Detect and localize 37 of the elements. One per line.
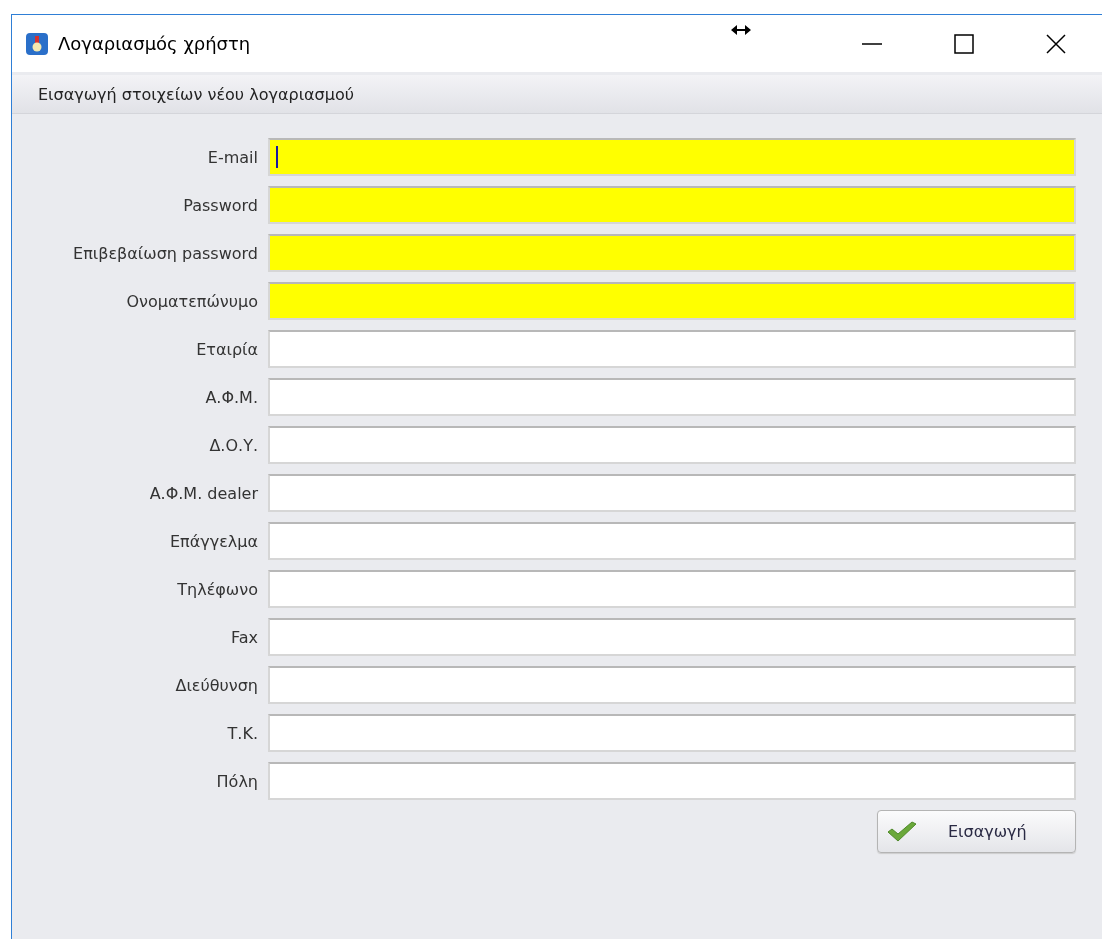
input-field[interactable] [268,714,1076,752]
submit-button[interactable]: Εισαγωγή [877,810,1076,853]
field-label: Πόλη [215,771,258,791]
input-field[interactable] [268,138,1076,176]
field-label: Fax [230,627,258,647]
input-field[interactable] [268,570,1076,608]
field-label: Password [182,195,258,215]
field-label: Εταιρία [195,339,258,359]
input-field[interactable] [268,474,1076,512]
checkmark-icon [886,820,918,843]
field-label: Τ.Κ. [226,723,258,743]
maximize-icon [953,32,975,55]
input-field[interactable] [268,186,1076,224]
field-label: Α.Φ.Μ. [204,387,258,407]
field-label: Επιβεβαίωση password [72,243,258,263]
input-field[interactable] [268,522,1076,560]
field-label: Επάγγελμα [168,531,258,551]
input-field[interactable] [268,234,1076,272]
input-field[interactable] [268,618,1076,656]
field-label: Δ.Ο.Υ. [208,435,258,455]
field-label: Α.Φ.Μ. dealer [148,483,258,503]
input-field[interactable] [268,330,1076,368]
input-field[interactable] [268,666,1076,704]
resize-arrow-icon [730,23,752,37]
input-field[interactable] [268,426,1076,464]
input-field[interactable] [268,282,1076,320]
app-icon [26,32,48,55]
close-icon [1045,32,1067,55]
group-title: Εισαγωγή στοιχείων νέου λογαριασμού [38,84,354,104]
window-title: Λογαριασμός χρήστη [58,33,252,54]
field-label: Ονοματεπώνυμο [125,291,258,311]
input-field[interactable] [268,378,1076,416]
field-label: Τηλέφωνο [176,579,258,599]
field-label: Διεύθυνση [174,675,258,695]
input-field[interactable] [268,762,1076,800]
minimize-icon [861,42,883,45]
field-label: E-mail [206,147,258,167]
